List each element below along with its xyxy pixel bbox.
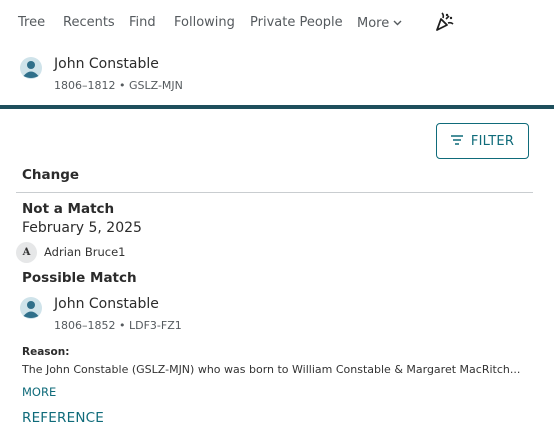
change-date: February 5, 2025 <box>22 220 142 236</box>
nav-find[interactable]: Find <box>129 15 156 30</box>
match-person[interactable]: John Constable 1806–1852 • LDF3-FZ1 <box>20 296 420 336</box>
party-popper-icon[interactable] <box>434 12 454 32</box>
match-person-meta: 1806–1852 • LDF3-FZ1 <box>54 319 182 332</box>
change-heading: Change <box>22 167 80 183</box>
filter-label: FILTER <box>470 133 515 149</box>
reference-link[interactable]: REFERENCE <box>22 410 104 426</box>
header-divider-bar <box>0 105 554 109</box>
section-divider <box>16 192 533 193</box>
person-icon <box>20 57 42 79</box>
change-status: Not a Match <box>22 201 115 217</box>
match-person-name[interactable]: John Constable <box>54 296 159 312</box>
nav-following[interactable]: Following <box>174 15 235 30</box>
filter-lines-icon <box>450 134 463 149</box>
contributor-avatar: A <box>16 242 37 263</box>
match-status: Possible Match <box>22 270 137 286</box>
nav-private-people[interactable]: Private People <box>250 15 343 30</box>
person-header[interactable]: John Constable 1806–1812 • GSLZ-MJN <box>20 56 420 96</box>
person-meta: 1806–1812 • GSLZ-MJN <box>54 79 183 92</box>
reason-label: Reason: <box>22 346 70 358</box>
nav-more[interactable]: More <box>357 15 402 31</box>
chevron-down-icon <box>393 15 402 30</box>
person-name[interactable]: John Constable <box>54 56 159 72</box>
nav-more-label: More <box>357 16 390 31</box>
nav-tree[interactable]: Tree <box>18 15 45 30</box>
nav-recents[interactable]: Recents <box>63 15 115 30</box>
contributor-name[interactable]: Adrian Bruce1 <box>44 245 126 259</box>
reason-text: The John Constable (GSLZ-MJN) who was bo… <box>22 363 521 376</box>
top-navigation: Tree Recents Find Following Private Peop… <box>0 0 554 46</box>
more-link[interactable]: MORE <box>22 385 56 399</box>
person-icon <box>20 297 42 319</box>
filter-button[interactable]: FILTER <box>436 123 529 159</box>
